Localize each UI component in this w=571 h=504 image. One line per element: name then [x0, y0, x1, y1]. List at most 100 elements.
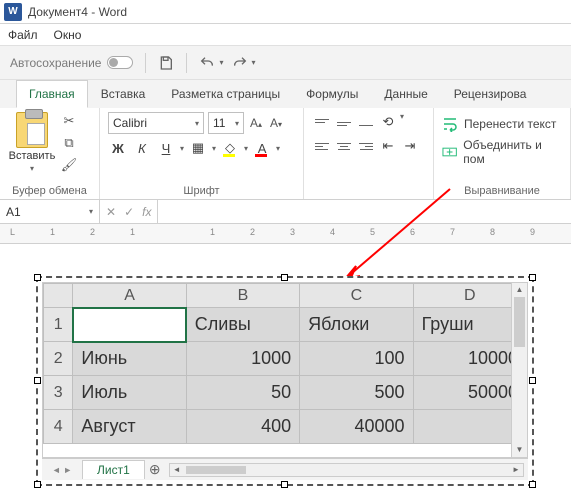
resize-handle[interactable]: [529, 481, 536, 488]
add-sheet-button[interactable]: ⊕: [145, 461, 165, 478]
resize-handle[interactable]: [529, 274, 536, 281]
row-header[interactable]: 1: [44, 308, 73, 342]
horizontal-scrollbar[interactable]: ◄ ►: [169, 463, 524, 477]
font-size-value: 11: [213, 116, 225, 130]
tab-home[interactable]: Главная: [16, 80, 88, 108]
wrap-text-icon: [442, 116, 458, 132]
align-top-icon[interactable]: [312, 112, 332, 132]
fill-color-button[interactable]: ◇: [220, 138, 240, 158]
cell[interactable]: 100: [300, 342, 413, 376]
resize-handle[interactable]: [34, 481, 41, 488]
menu-window[interactable]: Окно: [54, 28, 82, 42]
cell[interactable]: 40000: [300, 410, 413, 444]
cut-icon[interactable]: ✂: [60, 112, 78, 130]
copy-icon[interactable]: ⧉: [60, 134, 78, 152]
autosave-label: Автосохранение: [10, 56, 101, 70]
shrink-font-icon[interactable]: A▾: [268, 116, 284, 130]
font-size-combo[interactable]: 11▾: [208, 112, 244, 134]
word-app-icon: W: [4, 3, 22, 21]
cell[interactable]: Август: [73, 410, 186, 444]
italic-button[interactable]: К: [132, 138, 152, 158]
worksheet-grid[interactable]: A B C D 1 Сливы Яблоки Груши 2 Июнь: [42, 282, 528, 458]
scroll-right-icon[interactable]: ►: [509, 464, 523, 476]
row-header[interactable]: 3: [44, 376, 73, 410]
vertical-scrollbar[interactable]: ▲ ▼: [511, 283, 527, 457]
save-icon[interactable]: [158, 55, 174, 71]
quick-access-toolbar: Автосохранение ▾ ▾: [0, 46, 571, 80]
document-area: A B C D 1 Сливы Яблоки Груши 2 Июнь: [0, 244, 571, 504]
cell[interactable]: Груши: [413, 308, 526, 342]
border-button[interactable]: ▦: [188, 138, 208, 158]
resize-handle[interactable]: [281, 481, 288, 488]
column-header[interactable]: D: [413, 284, 526, 308]
font-color-button[interactable]: A: [252, 138, 272, 158]
redo-icon[interactable]: [232, 55, 248, 71]
cell[interactable]: 10000: [413, 342, 526, 376]
cell[interactable]: [73, 308, 186, 342]
font-name-combo[interactable]: Calibri▾: [108, 112, 204, 134]
tab-data[interactable]: Данные: [371, 80, 440, 108]
menu-file[interactable]: Файл: [8, 28, 38, 42]
bold-button[interactable]: Ж: [108, 138, 128, 158]
ribbon-tabs: Главная Вставка Разметка страницы Формул…: [0, 80, 571, 108]
font-name-value: Calibri: [113, 116, 147, 130]
cell[interactable]: Яблоки: [300, 308, 413, 342]
merge-button[interactable]: Объединить и пом: [442, 138, 562, 166]
tab-insert[interactable]: Вставка: [88, 80, 159, 108]
scroll-down-icon[interactable]: ▼: [512, 443, 527, 457]
cell[interactable]: 500: [300, 376, 413, 410]
scroll-thumb[interactable]: [514, 297, 525, 347]
clipboard-icon: [16, 112, 48, 148]
cell[interactable]: Июнь: [73, 342, 186, 376]
cell[interactable]: 400: [186, 410, 299, 444]
sheet-nav[interactable]: ◄ ►: [42, 465, 82, 475]
resize-handle[interactable]: [529, 377, 536, 384]
paste-label: Вставить: [9, 150, 56, 162]
row-header[interactable]: 2: [44, 342, 73, 376]
cell[interactable]: 50000: [413, 376, 526, 410]
autosave-toggle[interactable]: Автосохранение: [10, 56, 133, 70]
cell[interactable]: [413, 410, 526, 444]
undo-icon[interactable]: [199, 55, 215, 71]
sheet-tab-bar: ◄ ► Лист1 ⊕ ◄ ►: [42, 458, 528, 480]
sheet-tab[interactable]: Лист1: [82, 460, 145, 479]
wrap-text-label: Перенести текст: [464, 117, 556, 131]
resize-handle[interactable]: [281, 274, 288, 281]
scroll-thumb[interactable]: [186, 466, 246, 474]
align-bottom-icon[interactable]: [356, 112, 376, 132]
scroll-up-icon[interactable]: ▲: [512, 283, 527, 297]
title-bar: W Документ4 - Word: [0, 0, 571, 24]
column-header[interactable]: A: [73, 284, 186, 308]
tab-review[interactable]: Рецензирова: [441, 80, 540, 108]
cell[interactable]: 50: [186, 376, 299, 410]
orientation-icon[interactable]: ⟲: [378, 112, 398, 132]
grow-font-icon[interactable]: A▴: [248, 116, 264, 130]
column-header[interactable]: C: [300, 284, 413, 308]
column-header[interactable]: B: [186, 284, 299, 308]
select-all-corner[interactable]: [44, 284, 73, 308]
tab-page-layout[interactable]: Разметка страницы: [158, 80, 293, 108]
wrap-text-button[interactable]: Перенести текст: [442, 116, 562, 132]
underline-button[interactable]: Ч: [156, 138, 176, 158]
embedded-spreadsheet-object[interactable]: A B C D 1 Сливы Яблоки Груши 2 Июнь: [36, 276, 534, 486]
window-title: Документ4 - Word: [28, 5, 127, 19]
align-middle-icon[interactable]: [334, 112, 354, 132]
align-left-icon[interactable]: [312, 136, 332, 156]
format-painter-icon[interactable]: 🖌: [60, 156, 78, 174]
resize-handle[interactable]: [34, 274, 41, 281]
paste-button[interactable]: Вставить ▾: [8, 112, 56, 174]
merge-icon: [442, 144, 457, 160]
row-header[interactable]: 4: [44, 410, 73, 444]
tab-formulas[interactable]: Формулы: [293, 80, 371, 108]
align-center-icon[interactable]: [334, 136, 354, 156]
increase-indent-icon[interactable]: ⇥: [400, 136, 420, 156]
cell[interactable]: Июль: [73, 376, 186, 410]
resize-handle[interactable]: [34, 377, 41, 384]
scroll-left-icon[interactable]: ◄: [170, 464, 184, 476]
align-right-icon[interactable]: [356, 136, 376, 156]
toggle-off-icon[interactable]: [107, 56, 133, 69]
decrease-indent-icon[interactable]: ⇤: [378, 136, 398, 156]
menu-bar: Файл Окно: [0, 24, 571, 46]
cell[interactable]: 1000: [186, 342, 299, 376]
cell[interactable]: Сливы: [186, 308, 299, 342]
